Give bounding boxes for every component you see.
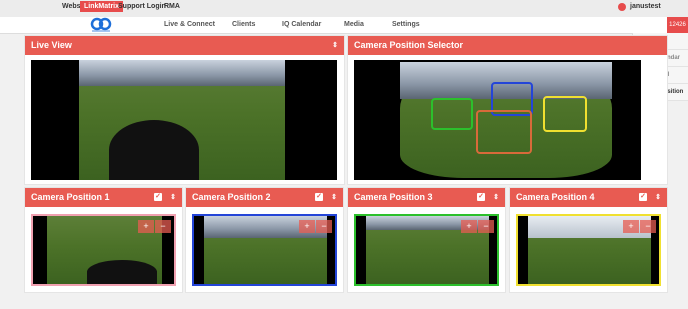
camera-position-4-card: Camera Position 4 ✓ ⇕ + − xyxy=(509,187,668,293)
camera-1-preview[interactable]: + − xyxy=(31,214,176,286)
camera-2-title: Camera Position 2 xyxy=(192,192,271,202)
camera-selector-panel: Camera Position Selector xyxy=(347,35,668,185)
zoom-in-icon[interactable]: + xyxy=(299,220,315,233)
zoom-out-icon[interactable]: − xyxy=(155,220,171,233)
sort-arrows-icon[interactable]: ⇕ xyxy=(493,188,499,207)
nav-clients[interactable]: Clients xyxy=(232,21,255,28)
zoom-out-icon[interactable]: − xyxy=(478,220,494,233)
live-view-title: Live View xyxy=(31,40,72,50)
nav-iq-calendar[interactable]: IQ Calendar xyxy=(282,21,321,28)
rma-link[interactable]: RMA xyxy=(164,3,180,10)
nav-media[interactable]: Media xyxy=(344,21,364,28)
sort-arrows-icon[interactable]: ⇕ xyxy=(331,188,337,207)
selector-title: Camera Position Selector xyxy=(354,40,464,50)
live-video[interactable] xyxy=(31,60,337,180)
camera-position-2-card: Camera Position 2 ✓ ⇕ + − xyxy=(185,187,344,293)
selector-video[interactable] xyxy=(354,60,641,180)
sort-arrows-icon[interactable]: ⇕ xyxy=(655,188,661,207)
top-utility-bar: Website LinkMatrix Support Login RMA jan… xyxy=(0,0,688,17)
camera-4-title: Camera Position 4 xyxy=(516,192,595,202)
zoom-out-icon[interactable]: − xyxy=(316,220,332,233)
zoom-out-icon[interactable]: − xyxy=(640,220,656,233)
linkmatrix-link[interactable]: LinkMatrix xyxy=(80,1,124,12)
zoom-in-icon[interactable]: + xyxy=(138,220,154,233)
sort-arrows-icon[interactable]: ⇕ xyxy=(170,188,176,207)
camera-1-title: Camera Position 1 xyxy=(31,192,110,202)
user-name[interactable]: janustest xyxy=(630,3,661,10)
selector-header: Camera Position Selector xyxy=(348,36,667,55)
camera-3-title: Camera Position 3 xyxy=(354,192,433,202)
nav-live-connect[interactable]: Live & Connect xyxy=(164,21,215,28)
zone-4-marker[interactable] xyxy=(543,96,587,132)
checkbox-icon[interactable]: ✓ xyxy=(639,193,647,201)
sort-arrows-icon[interactable]: ⇕ xyxy=(332,36,338,55)
live-view-header: Live View ⇕ xyxy=(25,36,344,55)
zone-1-marker[interactable] xyxy=(476,110,532,154)
client-id-badge[interactable]: 12426 xyxy=(667,17,688,33)
camera-3-preview[interactable]: + − xyxy=(354,214,499,286)
camera-2-preview[interactable]: + − xyxy=(192,214,337,286)
logo-icon[interactable] xyxy=(88,17,114,33)
zoom-in-icon[interactable]: + xyxy=(461,220,477,233)
zone-3-marker[interactable] xyxy=(431,98,473,130)
checkbox-icon[interactable]: ✓ xyxy=(315,193,323,201)
zoom-in-icon[interactable]: + xyxy=(623,220,639,233)
checkbox-icon[interactable]: ✓ xyxy=(154,193,162,201)
camera-position-3-card: Camera Position 3 ✓ ⇕ + − xyxy=(347,187,506,293)
support-login-link[interactable]: Support Login xyxy=(118,3,166,10)
camera-4-preview[interactable]: + − xyxy=(516,214,661,286)
camera-position-1-card: Camera Position 1 ✓ ⇕ + − xyxy=(24,187,183,293)
checkbox-icon[interactable]: ✓ xyxy=(477,193,485,201)
nav-settings[interactable]: Settings xyxy=(392,21,420,28)
live-view-panel: Live View ⇕ xyxy=(24,35,345,185)
user-avatar-icon[interactable] xyxy=(618,3,626,11)
